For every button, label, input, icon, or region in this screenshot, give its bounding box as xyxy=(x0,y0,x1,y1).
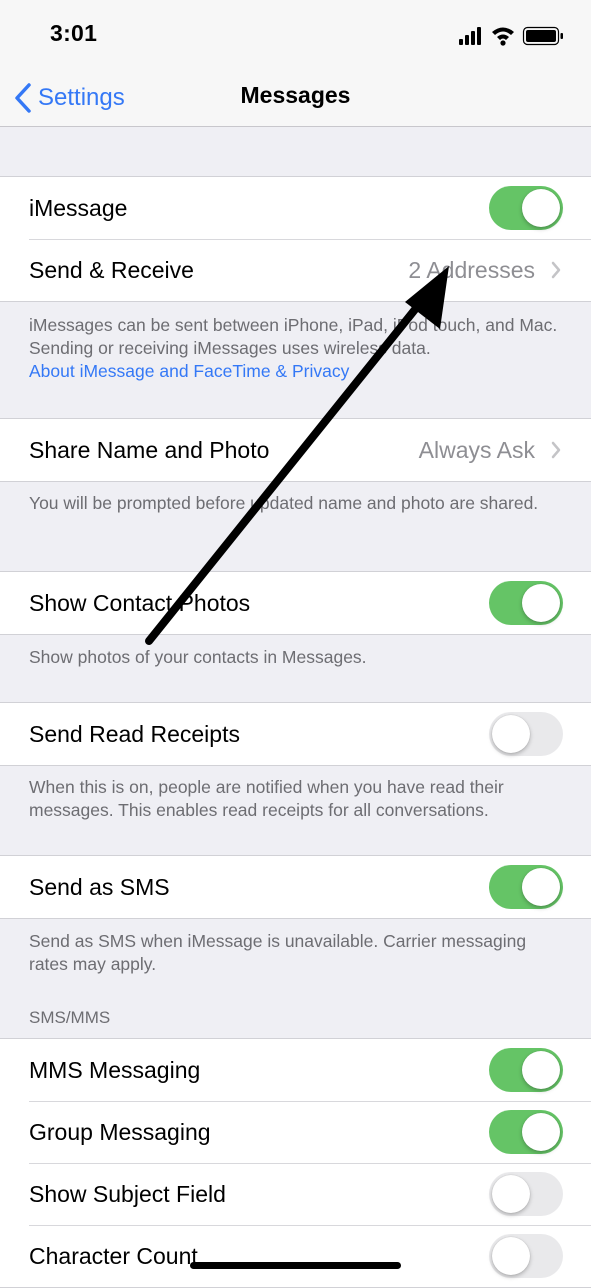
read-receipts-footer: When this is on, people are notified whe… xyxy=(29,777,504,820)
toggle-knob xyxy=(492,1175,530,1213)
toggle-knob xyxy=(522,1113,560,1151)
sms-group: Send as SMS xyxy=(0,855,591,919)
show-subject-field-label: Show Subject Field xyxy=(29,1181,226,1207)
share-name-photo-label: Share Name and Photo xyxy=(29,437,270,463)
imessage-row: iMessage xyxy=(0,177,591,239)
share-name-photo-value: Always Ask xyxy=(418,437,535,463)
cellular-signal-icon xyxy=(459,27,481,45)
page-title: Messages xyxy=(240,82,351,108)
character-count-toggle[interactable] xyxy=(489,1234,563,1278)
send-read-receipts-label: Send Read Receipts xyxy=(29,721,240,747)
toggle-knob xyxy=(492,715,530,753)
contact-photos-group: Show Contact Photos xyxy=(0,571,591,635)
group-messaging-toggle[interactable] xyxy=(489,1110,563,1154)
send-read-receipts-row: Send Read Receipts xyxy=(0,703,591,765)
group-messaging-row: Group Messaging xyxy=(0,1101,591,1163)
navigation-bar: Settings Messages xyxy=(0,70,591,127)
send-as-sms-label: Send as SMS xyxy=(29,874,170,900)
share-footer: You will be prompted before updated name… xyxy=(29,493,539,513)
character-count-row: Character Count xyxy=(0,1225,591,1287)
battery-icon xyxy=(522,26,563,46)
sms-mms-section-header: SMS/MMS xyxy=(29,1008,111,1027)
send-receive-value: 2 Addresses xyxy=(408,257,535,283)
show-contact-photos-toggle[interactable] xyxy=(489,581,563,625)
show-subject-field-row: Show Subject Field xyxy=(0,1163,591,1225)
send-as-sms-row: Send as SMS xyxy=(0,856,591,918)
wifi-icon xyxy=(492,27,514,46)
show-contact-photos-row: Show Contact Photos xyxy=(0,572,591,634)
toggle-knob xyxy=(522,584,560,622)
imessage-group: iMessage Send & Receive 2 Addresses xyxy=(0,176,591,302)
status-time: 3:01 xyxy=(50,20,98,46)
sms-footer: Send as SMS when iMessage is unavailable… xyxy=(29,931,527,974)
chevron-right-icon xyxy=(551,261,561,279)
toggle-knob xyxy=(522,1051,560,1089)
imessage-footer-text: iMessages can be sent between iPhone, iP… xyxy=(29,315,558,358)
send-read-receipts-toggle[interactable] xyxy=(489,712,563,756)
toggle-knob xyxy=(522,868,560,906)
status-icons xyxy=(459,26,563,46)
toggle-knob xyxy=(522,189,560,227)
send-receive-label: Send & Receive xyxy=(29,257,194,283)
share-name-photo-row[interactable]: Share Name and Photo Always Ask xyxy=(0,419,591,481)
toggle-knob xyxy=(492,1237,530,1275)
read-receipts-group: Send Read Receipts xyxy=(0,702,591,766)
send-as-sms-toggle[interactable] xyxy=(489,865,563,909)
mms-messaging-label: MMS Messaging xyxy=(29,1057,201,1083)
about-imessage-link[interactable]: About iMessage and FaceTime & Privacy xyxy=(29,360,569,383)
status-bar: 3:01 xyxy=(0,0,591,70)
mms-messaging-toggle[interactable] xyxy=(489,1048,563,1092)
show-subject-field-toggle[interactable] xyxy=(489,1172,563,1216)
sms-mms-group: MMS Messaging Group Messaging Show Subje… xyxy=(0,1038,591,1288)
imessage-toggle[interactable] xyxy=(489,186,563,230)
show-contact-photos-label: Show Contact Photos xyxy=(29,590,251,616)
imessage-label: iMessage xyxy=(29,195,128,221)
send-receive-row[interactable]: Send & Receive 2 Addresses xyxy=(0,239,591,301)
contact-photos-footer: Show photos of your contacts in Messages… xyxy=(29,647,367,667)
imessage-footer: iMessages can be sent between iPhone, iP… xyxy=(29,314,569,383)
share-group: Share Name and Photo Always Ask xyxy=(0,418,591,482)
group-messaging-label: Group Messaging xyxy=(29,1119,211,1145)
character-count-label: Character Count xyxy=(29,1243,198,1269)
home-indicator[interactable] xyxy=(190,1262,401,1269)
mms-messaging-row: MMS Messaging xyxy=(0,1039,591,1101)
chevron-right-icon xyxy=(551,441,561,459)
